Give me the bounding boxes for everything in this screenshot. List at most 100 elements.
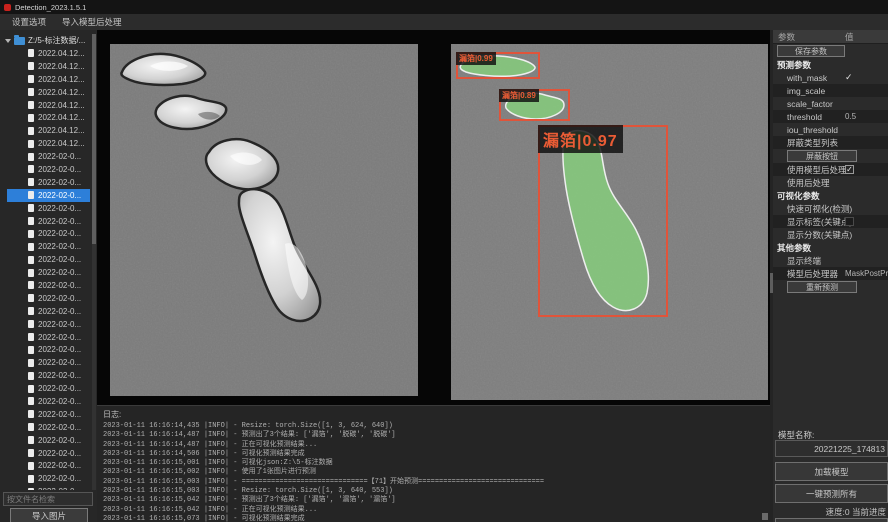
param-row[interactable]: 屏蔽类型列表 <box>773 136 888 149</box>
tree-item[interactable]: 2022.04.12... <box>7 99 90 112</box>
menu-item[interactable]: 导入模型后处理 <box>54 14 130 30</box>
param-row[interactable]: with_mask✓ <box>773 71 888 84</box>
model-name-field[interactable]: 20221225_174813 <box>775 440 888 457</box>
tree-item[interactable]: 2022-02-0... <box>7 421 90 434</box>
log-line: 2023-01-11 16:16:15,073 |INFO| - 可视化预测结果… <box>103 515 770 522</box>
tree-item[interactable]: 2022-02-0... <box>7 382 90 395</box>
filename-search-input[interactable] <box>3 492 93 506</box>
tree-item[interactable]: 2022-02-0... <box>7 176 90 189</box>
tree-item[interactable]: 2022-02-0... <box>7 292 90 305</box>
tree-item[interactable]: 2022-02-0... <box>7 356 90 369</box>
tree-item[interactable]: 2022-02-0... <box>7 253 90 266</box>
tree-item[interactable]: 2022-02-0... <box>7 240 90 253</box>
tree-item[interactable]: 2022-02-0... <box>7 279 90 292</box>
tree-item[interactable]: 2022-02-0... <box>7 331 90 344</box>
menu-item[interactable]: 设置选项 <box>4 14 54 30</box>
tree-item[interactable]: 2022-02-0 <box>7 485 90 490</box>
chevron-down-icon[interactable] <box>5 39 11 43</box>
tree-item[interactable]: 2022-02-0... <box>7 369 90 382</box>
log-line: 2023-01-11 16:16:15,003 |INFO| - =======… <box>103 478 770 487</box>
file-icon <box>28 88 34 96</box>
file-icon <box>28 372 34 380</box>
tree-item[interactable]: 2022-02-0... <box>7 447 90 460</box>
param-row[interactable]: 显示分数(关键点) <box>773 228 888 241</box>
param-row[interactable]: 显示终端 <box>773 254 888 267</box>
save-params-button[interactable]: 保存参数 <box>777 45 845 57</box>
tree-item-label: 2022-02-0... <box>38 423 81 432</box>
param-row[interactable]: img_scale <box>773 84 888 97</box>
param-row[interactable]: scale_factor <box>773 97 888 110</box>
file-icon <box>28 475 34 483</box>
re-predict-button[interactable]: 重新预测 <box>787 281 857 293</box>
tree-item[interactable]: 2022.04.12... <box>7 111 90 124</box>
tree-scrollbar[interactable] <box>92 34 96 490</box>
tree-item[interactable]: 2022.04.12... <box>7 124 90 137</box>
file-tree: Z:/5-标注数据/... 2022.04.12...2022.04.12...… <box>0 34 97 490</box>
param-label: iou_threshold <box>773 125 838 135</box>
tree-scrollbar-thumb[interactable] <box>92 34 96 244</box>
tree-item[interactable]: 2022.04.12... <box>7 60 90 73</box>
log-line: 2023-01-11 16:16:15,042 |INFO| - 预测出了3个结… <box>103 496 770 505</box>
tree-root-folder[interactable]: Z:/5-标注数据/... <box>0 34 97 47</box>
tree-item-label: 2022-02-0... <box>38 474 81 483</box>
checkbox-checked[interactable]: ✓ <box>845 165 854 174</box>
param-row[interactable]: 显示标签(关键点) <box>773 215 888 228</box>
param-row[interactable]: threshold0.5 <box>773 110 888 123</box>
tree-item-label: 2022-02-0... <box>38 242 81 251</box>
param-label: 屏蔽类型列表 <box>773 137 838 149</box>
param-row[interactable]: 使用模型后处理✓ <box>773 163 888 176</box>
mask-types-button[interactable]: 屏蔽按钮 <box>787 150 857 162</box>
tree-item[interactable]: 2022-02-0... <box>7 266 90 279</box>
param-section-header: 可视化参数 <box>773 189 888 202</box>
file-icon <box>28 307 34 315</box>
tree-item[interactable]: 2022-02-0... <box>7 189 90 202</box>
file-icon <box>28 256 34 264</box>
checkbox-empty[interactable] <box>845 217 854 226</box>
tree-item[interactable]: 2022-02-0... <box>7 227 90 240</box>
tree-item[interactable]: 2022-02-0... <box>7 150 90 163</box>
tree-item[interactable]: 2022-02-0... <box>7 343 90 356</box>
tree-item-label: 2022.04.12... <box>38 88 85 97</box>
tree-item[interactable]: 2022-02-0... <box>7 472 90 485</box>
param-label: threshold <box>773 112 822 122</box>
tree-item[interactable]: 2022-02-0... <box>7 163 90 176</box>
tree-item[interactable]: 2022-02-0... <box>7 318 90 331</box>
param-row[interactable]: 模型后处理器MaskPostPro <box>773 267 888 280</box>
log-line: 2023-01-11 16:16:14,506 |INFO| - 可视化预测结果… <box>103 450 770 459</box>
prediction-image-panel[interactable]: 漏箔|0.99漏箔|0.89漏箔|0.97 <box>451 44 768 400</box>
log-line: 2023-01-11 16:16:14,487 |INFO| - 正在可视化预测… <box>103 441 770 450</box>
tree-item[interactable]: 2022-02-0... <box>7 408 90 421</box>
source-image-panel[interactable] <box>110 44 418 396</box>
import-images-button[interactable]: 导入图片 <box>10 508 88 522</box>
log-scrollbar-thumb[interactable] <box>762 513 768 520</box>
param-label: 模型后处理器 <box>773 268 838 280</box>
tree-item-label: 2022-02-0... <box>38 333 81 342</box>
param-row[interactable]: 快速可视化(检测) <box>773 202 888 215</box>
predict-all-button[interactable]: 一键预测所有 <box>775 484 888 503</box>
file-icon <box>28 165 34 173</box>
tree-item[interactable]: 2022-02-0... <box>7 215 90 228</box>
load-model-button[interactable]: 加载模型 <box>775 462 888 481</box>
tree-item[interactable]: 2022-02-0... <box>7 460 90 473</box>
tree-item[interactable]: 2022.04.12... <box>7 86 90 99</box>
tree-item-label: 2022-02-0... <box>38 217 81 226</box>
tree-item-label: 2022-02-0... <box>38 371 81 380</box>
detection-label: 漏箔|0.99 <box>456 52 496 65</box>
tree-item-label: 2022-02-0... <box>38 178 81 187</box>
file-icon <box>28 269 34 277</box>
tree-item-label: 2022-02-0... <box>38 281 81 290</box>
log-panel[interactable]: 日志: 2023-01-11 16:16:14,435 |INFO| - Res… <box>97 405 770 522</box>
tree-item[interactable]: 2022-02-0... <box>7 202 90 215</box>
tree-item[interactable]: 2022-02-0... <box>7 395 90 408</box>
param-row[interactable]: iou_threshold <box>773 123 888 136</box>
parameters-panel: 参数 值 保存参数预测参数with_mask✓img_scalescale_fa… <box>773 30 888 522</box>
tree-item[interactable]: 2022-02-0... <box>7 434 90 447</box>
tree-item[interactable]: 2022.04.12... <box>7 73 90 86</box>
tree-item[interactable]: 2022-02-0... <box>7 305 90 318</box>
postprocess-settings-button[interactable]: 后处理参数设置 <box>775 518 888 522</box>
file-icon <box>28 359 34 367</box>
tree-item[interactable]: 2022.04.12... <box>7 47 90 60</box>
param-row[interactable]: 使用后处理 <box>773 176 888 189</box>
file-sidebar: Z:/5-标注数据/... 2022.04.12...2022.04.12...… <box>0 30 98 522</box>
tree-item[interactable]: 2022.04.12... <box>7 137 90 150</box>
